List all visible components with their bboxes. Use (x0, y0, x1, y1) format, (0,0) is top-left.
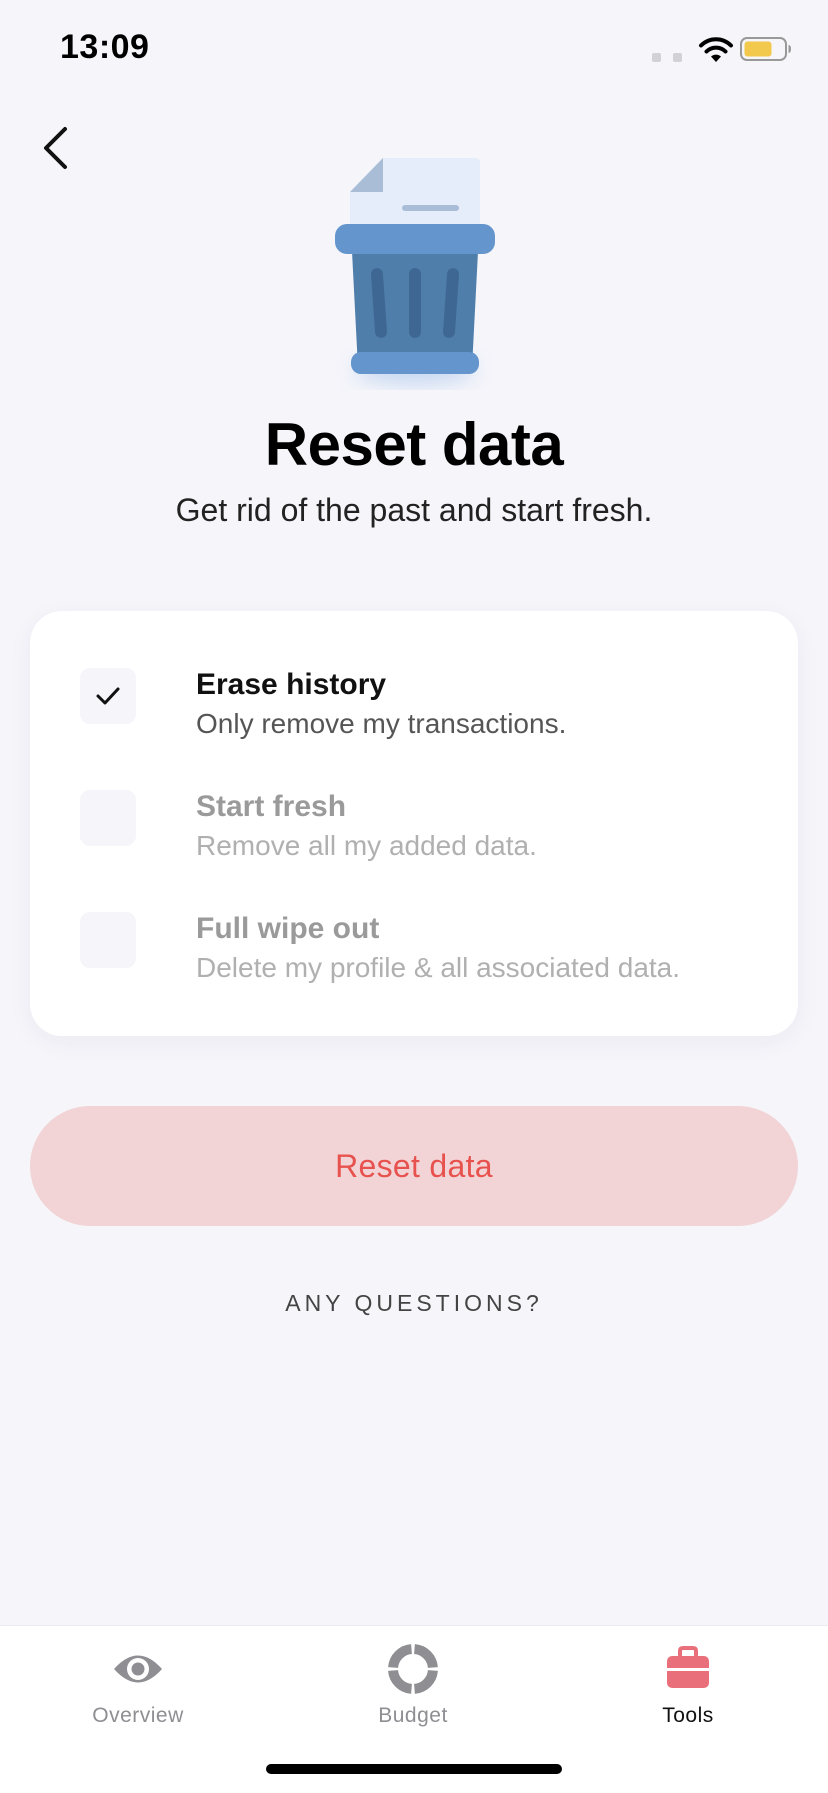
tab-budget[interactable]: Budget (313, 1644, 513, 1744)
option-title: Start fresh (196, 790, 347, 823)
reset-options-card: Erase history Only remove my transaction… (30, 611, 798, 1036)
donut-chart-icon (388, 1644, 438, 1694)
option-description: Delete my profile & all associated data. (196, 952, 681, 983)
option-title: Erase history (196, 668, 387, 701)
option-title: Full wipe out (196, 912, 380, 945)
tab-overview[interactable]: Overview (38, 1644, 238, 1744)
any-questions-link[interactable]: ANY QUESTIONS? (0, 1290, 828, 1317)
option-start-fresh[interactable]: Start fresh Remove all my added data. (80, 790, 760, 880)
tab-label: Budget (378, 1704, 448, 1727)
option-erase-history[interactable]: Erase history Only remove my transaction… (80, 668, 760, 758)
checkbox-unchecked[interactable] (80, 912, 136, 968)
page-title: Reset data (264, 411, 564, 478)
reset-data-button[interactable]: Reset data (30, 1106, 798, 1226)
tab-bar: Overview Budget Tools (0, 1625, 828, 1793)
checkbox-unchecked[interactable] (80, 790, 136, 846)
tab-label: Tools (662, 1704, 714, 1727)
trash-bin-with-document-icon (335, 158, 495, 384)
cellular-signal-icon (652, 50, 682, 62)
status-time: 13:09 (60, 28, 150, 66)
option-description: Only remove my transactions. (196, 708, 567, 739)
status-bar: 13:09 (0, 0, 828, 100)
battery-icon (740, 37, 791, 61)
tab-label: Overview (92, 1704, 184, 1727)
wifi-icon (699, 37, 733, 62)
option-full-wipe-out[interactable]: Full wipe out Delete my profile & all as… (80, 912, 760, 1002)
back-button[interactable] (30, 120, 80, 176)
tab-tools[interactable]: Tools (588, 1644, 788, 1744)
chevron-left-icon (44, 127, 67, 169)
page-subtitle: Get rid of the past and start fresh. (175, 492, 653, 528)
option-description: Remove all my added data. (196, 830, 537, 861)
toolbox-icon (667, 1646, 709, 1688)
eye-icon (114, 1655, 162, 1683)
checkbox-checked[interactable] (80, 668, 136, 724)
checkmark-icon (96, 687, 120, 705)
home-indicator (266, 1764, 562, 1774)
